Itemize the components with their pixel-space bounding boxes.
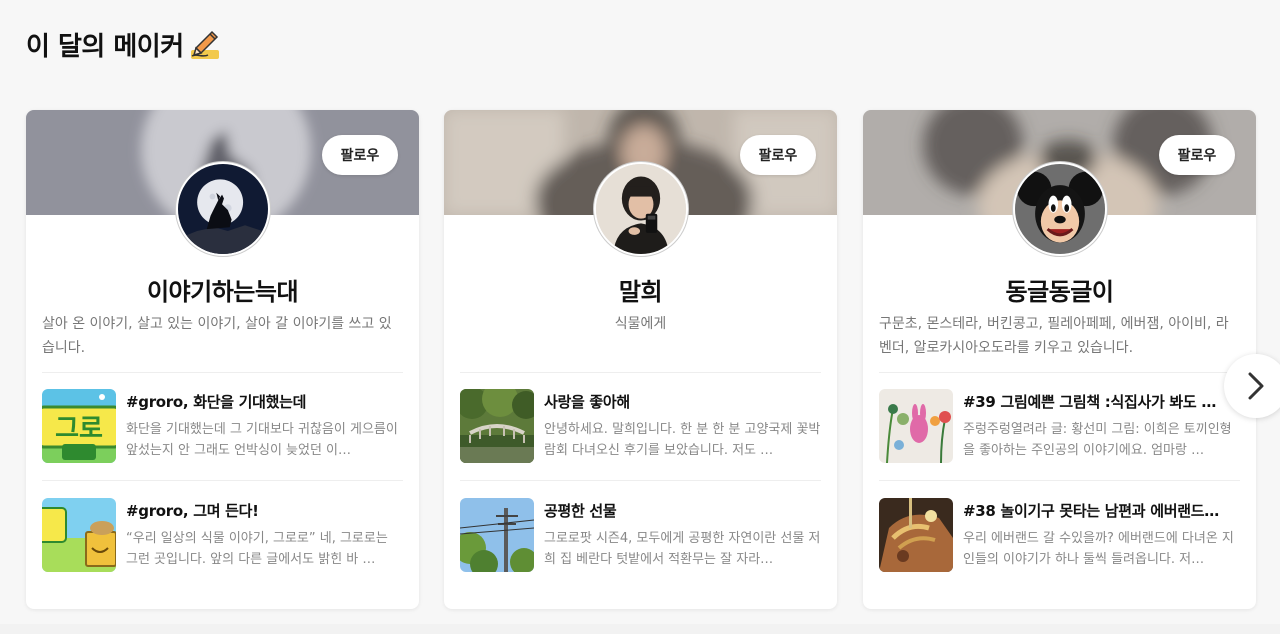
section-title: 이 달의 메이커: [26, 26, 222, 63]
post-item[interactable]: #groro, 그며 든다! “우리 일상의 식물 이야기, 그로로” 네, 그…: [42, 498, 403, 574]
avatar[interactable]: [175, 162, 270, 256]
maker-name[interactable]: 이야기하는늑대: [26, 272, 419, 307]
post-excerpt[interactable]: 화단을 기대했는데 그 기대보다 귀찮음이 게으름이 앞섰는지 안 그래도 언박…: [126, 419, 403, 461]
howling-wolf-moon-avatar: [177, 164, 268, 254]
post-thumbnail[interactable]: [42, 498, 116, 572]
follow-button[interactable]: 팔로우: [1159, 135, 1235, 175]
divider: [460, 480, 821, 481]
post-item[interactable]: 그로 #groro, 화단을 기대했는데 화단을 기대했는데 그 기대보다 귀찮…: [42, 389, 403, 465]
follow-button[interactable]: 팔로우: [740, 135, 816, 175]
post-item[interactable]: #39 그림예쁜 그림책 :식집사가 봐도 … 주렁주렁열려라 글: 황선미 그…: [879, 389, 1240, 465]
post-thumbnail[interactable]: [460, 389, 534, 463]
divider: [42, 372, 403, 373]
maker-description: 식물에게: [614, 316, 667, 332]
next-slide-button[interactable]: [1224, 354, 1280, 418]
post-excerpt[interactable]: “우리 일상의 식물 이야기, 그로로” 네, 그로로는 그런 곳입니다. 앞의…: [126, 528, 403, 570]
svg-text:그로: 그로: [55, 414, 103, 444]
post-thumbnail[interactable]: 그로: [42, 389, 116, 463]
maker-description: 구문초, 몬스테라, 버킨콩고, 필레아페페, 에버잼, 아이비, 라벤더, 알…: [879, 316, 1229, 356]
maker-name[interactable]: 말희: [444, 272, 837, 307]
post-title[interactable]: #groro, 화단을 기대했는데: [126, 391, 403, 412]
follow-button[interactable]: 팔로우: [322, 135, 398, 175]
post-title[interactable]: 사랑을 좋아해: [544, 391, 821, 412]
post-excerpt[interactable]: 그로로팟 시즌4, 모두에게 공평한 자연이란 선물 저희 집 베란다 텃밭에서…: [544, 528, 821, 570]
post-item[interactable]: 사랑을 좋아해 안녕하세요. 말희입니다. 한 분 한 분 고양국제 꽃박람회 …: [460, 389, 821, 465]
post-excerpt[interactable]: 우리 에버랜드 갈 수있을까? 에버랜드에 다녀온 지인들의 이야기가 하나 둘…: [963, 528, 1240, 570]
maker-cards: 팔로우 이야기하는늑대 살아 온 이야기, 살고 있는 이야기, 살아 갈 이야…: [26, 110, 1256, 610]
post-thumbnail[interactable]: [879, 389, 953, 463]
divider: [42, 480, 403, 481]
divider: [460, 372, 821, 373]
avatar[interactable]: [1012, 162, 1107, 256]
maker-description: 살아 온 이야기, 살고 있는 이야기, 살아 갈 이야기를 쓰고 있습니다.: [42, 316, 392, 356]
maker-name[interactable]: 동글동글이: [863, 272, 1256, 307]
chevron-right-icon: [1248, 372, 1264, 400]
post-thumbnail[interactable]: [879, 498, 953, 572]
post-excerpt[interactable]: 주렁주렁열려라 글: 황선미 그림: 이희은 토끼인형을 좋아하는 주인공의 이…: [963, 419, 1240, 461]
post-thumbnail[interactable]: [460, 498, 534, 572]
post-title[interactable]: 공평한 선물: [544, 500, 821, 521]
divider: [879, 480, 1240, 481]
post-title[interactable]: #39 그림예쁜 그림책 :식집사가 봐도 …: [963, 391, 1240, 412]
post-excerpt[interactable]: 안녕하세요. 말희입니다. 한 분 한 분 고양국제 꽃박람회 다녀오신 후기를…: [544, 419, 821, 461]
post-title[interactable]: #groro, 그며 든다!: [126, 500, 403, 521]
divider: [879, 372, 1240, 373]
post-item[interactable]: 공평한 선물 그로로팟 시즌4, 모두에게 공평한 자연이란 선물 저희 집 베…: [460, 498, 821, 574]
maker-card[interactable]: 팔로우 이야기하는늑대 살아 온 이야기, 살고 있는 이야기, 살아 갈 이야…: [26, 110, 419, 609]
page-bottom: [0, 624, 1280, 634]
post-title[interactable]: #38 놀이기구 못타는 남편과 에버랜드…: [963, 500, 1240, 521]
mickey-mouse-avatar: [1014, 164, 1105, 254]
pencil-writing-icon: [188, 28, 222, 62]
maker-card[interactable]: 팔로우 말희 식물에게 사랑을 좋아해 안녕하세요. 말희입니다. 한 분 한 …: [444, 110, 837, 609]
person-selfie-avatar: [595, 164, 686, 254]
avatar[interactable]: [593, 162, 688, 256]
post-item[interactable]: #38 놀이기구 못타는 남편과 에버랜드… 우리 에버랜드 갈 수있을까? 에…: [879, 498, 1240, 574]
section-title-text: 이 달의 메이커: [26, 32, 184, 62]
maker-card[interactable]: 팔로우 동글동글이 구문초, 몬스테라, 버킨콩고, 필레아페페, 에버잼, 아…: [863, 110, 1256, 609]
